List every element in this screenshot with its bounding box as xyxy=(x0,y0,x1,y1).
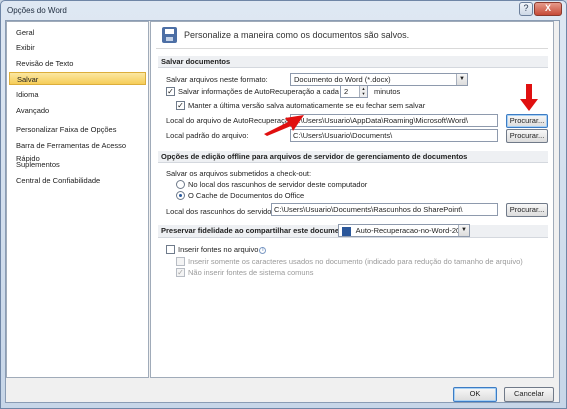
nav-item-suplementos[interactable]: Suplementos xyxy=(9,158,146,171)
no-common-fonts-label: Não inserir fontes de sistema comuns xyxy=(188,268,314,277)
annotation-arrow-down-icon xyxy=(520,84,538,111)
chevron-down-icon[interactable]: ▼ xyxy=(456,74,467,85)
title-bar[interactable]: Opções do Word ? X xyxy=(1,1,566,21)
nav-item-revisao[interactable]: Revisão de Texto xyxy=(9,57,146,70)
radio-office-cache[interactable] xyxy=(176,191,185,200)
nav-item-avancado[interactable]: Avançado xyxy=(9,104,146,117)
format-label: Salvar arquivos neste formato: xyxy=(166,75,268,84)
drafts-location-field[interactable]: C:\Users\Usuario\Documents\Rascunhos do … xyxy=(271,203,498,216)
default-location-browse-button[interactable]: Procurar... xyxy=(506,129,548,143)
embed-fonts-checkbox[interactable] xyxy=(166,245,175,254)
radio-office-cache-label: O Cache de Documentos do Office xyxy=(188,191,305,200)
cancel-button[interactable]: Cancelar xyxy=(504,387,554,402)
drafts-browse-button[interactable]: Procurar... xyxy=(506,203,548,217)
autorecover-minutes-value: 2 xyxy=(344,87,349,96)
nav-item-geral[interactable]: Geral xyxy=(9,26,146,39)
nav-item-exibir[interactable]: Exibir xyxy=(9,41,146,54)
format-select[interactable]: Documento do Word (*.docx) ▼ xyxy=(290,73,468,86)
word-doc-icon xyxy=(342,226,351,236)
spin-arrows-icon[interactable]: ▲ ▼ xyxy=(359,86,367,97)
autorecover-minutes-spinner[interactable]: 2 ▲ ▼ xyxy=(340,85,368,98)
default-location-label: Local padrão do arquivo: xyxy=(166,131,249,140)
section-offline-editing: Opções de edição offline para arquivos d… xyxy=(158,151,548,163)
embed-fonts-text: Inserir fontes no arquivo xyxy=(178,245,259,254)
embed-used-chars-checkbox[interactable] xyxy=(176,257,185,266)
section-save-documents: Salvar documentos xyxy=(158,56,548,68)
format-select-value: Documento do Word (*.docx) xyxy=(294,75,391,84)
fidelity-document-select[interactable]: Auto-Recuperacao-no-Word-2010 ▼ xyxy=(338,224,470,237)
nav-item-personalizar-faixa[interactable]: Personalizar Faixa de Opções xyxy=(9,123,146,136)
nav-item-salvar[interactable]: Salvar xyxy=(9,72,146,85)
page-header: Personalize a maneira como os documentos… xyxy=(184,30,410,40)
fidelity-document-value: Auto-Recuperacao-no-Word-2010 xyxy=(355,226,469,235)
default-location-field[interactable]: C:\Users\Usuario\Documents\ xyxy=(290,129,498,142)
fidelity-label: Preservar fidelidade ao compartilhar est… xyxy=(161,226,354,235)
window-title: Opções do Word xyxy=(7,6,67,15)
category-nav: Geral Exibir Revisão de Texto Salvar Idi… xyxy=(6,21,149,378)
ok-button[interactable]: OK xyxy=(453,387,497,402)
autorecover-browse-button[interactable]: Procurar... xyxy=(506,114,548,128)
radio-server-drafts-label: No local dos rascunhos de servidor deste… xyxy=(188,180,368,189)
header-divider xyxy=(156,48,548,49)
close-button[interactable]: X xyxy=(534,2,562,16)
info-icon[interactable]: i xyxy=(259,246,267,254)
no-common-fonts-checkbox[interactable]: ✓ xyxy=(176,268,185,277)
keep-last-version-label: Manter a última versão salva automaticam… xyxy=(188,101,426,110)
embed-fonts-label: Inserir fontes no arquivo i xyxy=(178,245,267,255)
nav-item-idioma[interactable]: Idioma xyxy=(9,88,146,101)
save-disk-icon xyxy=(162,27,177,43)
minutes-label: minutos xyxy=(374,87,401,96)
nav-item-central-confiabilidade[interactable]: Central de Confiabilidade xyxy=(9,174,146,187)
embed-used-chars-label: Inserir somente os caracteres usados no … xyxy=(188,257,523,266)
save-checked-out-label: Salvar os arquivos submetidos a check-ou… xyxy=(166,169,312,178)
help-button[interactable]: ? xyxy=(519,2,533,16)
keep-last-version-checkbox[interactable]: ✓ xyxy=(176,101,185,110)
annotation-arrow-left-icon xyxy=(264,115,304,136)
drafts-location-label: Local dos rascunhos do servidor: xyxy=(166,207,277,216)
autorecover-location-field[interactable]: C:\Users\Usuario\AppData\Roaming\Microso… xyxy=(290,114,498,127)
autorecover-label: Salvar informações de AutoRecuperação a … xyxy=(178,87,339,96)
chevron-down-icon[interactable]: ▼ xyxy=(458,225,469,236)
nav-item-barra-acesso-rapido[interactable]: Barra de Ferramentas de Acesso Rápido xyxy=(9,139,146,163)
autorecover-checkbox[interactable]: ✓ xyxy=(166,87,175,96)
radio-server-drafts[interactable] xyxy=(176,180,185,189)
